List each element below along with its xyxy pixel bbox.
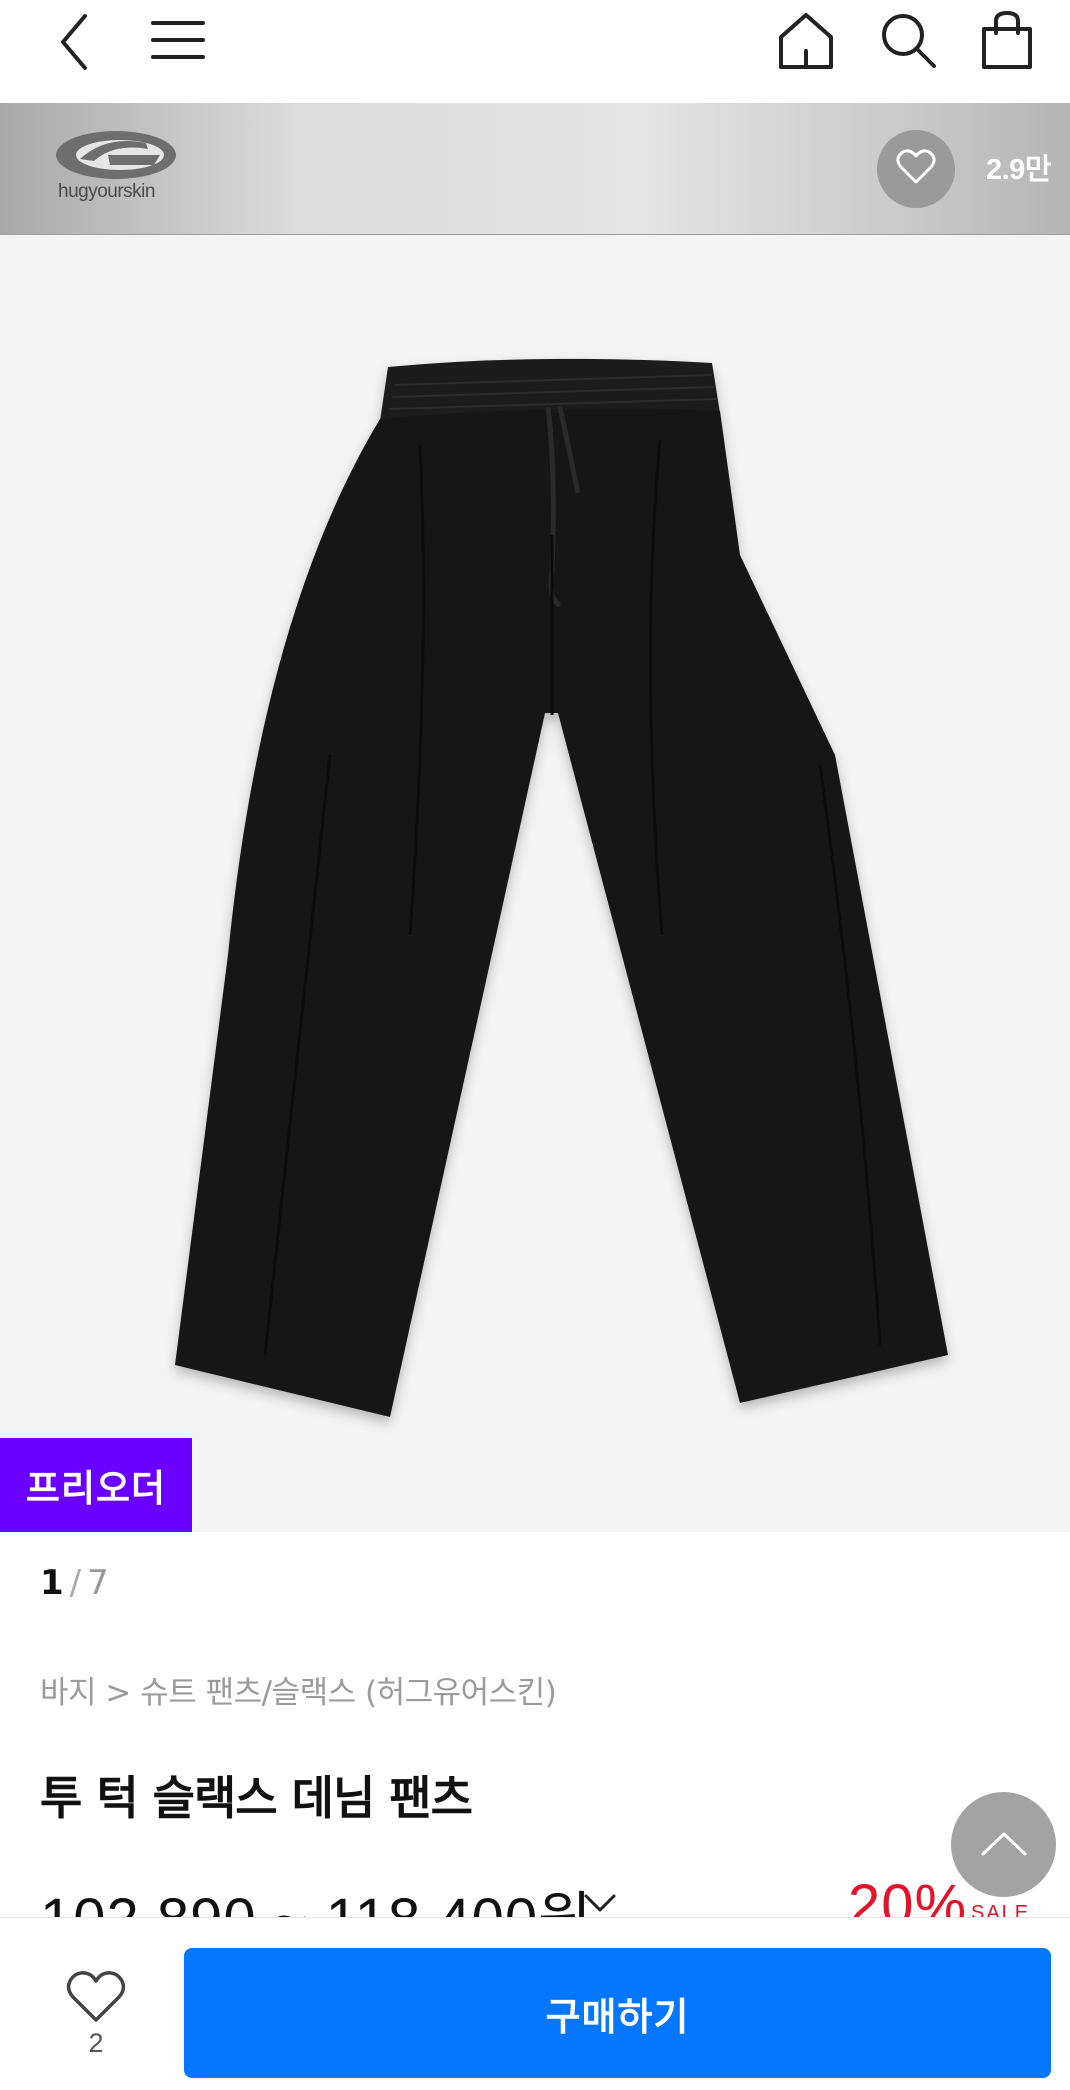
product-price: 102,890 ~ 118,400원 [40,1872,592,1917]
preorder-badge: 프리오더 [0,1438,192,1532]
product-title: 투 턱 슬랙스 데님 팬츠 [40,1771,473,1825]
pants-illustration [175,358,948,1417]
bottom-action-bar: 2 구매하기 [0,1917,1070,2090]
home-icon [775,9,837,71]
gallery-total: 7 [87,1563,109,1603]
wishlist-button[interactable]: 2 [50,1968,142,2058]
back-button[interactable] [40,0,110,80]
brand-bar: hugyourskin 2.9만 [0,103,1070,235]
gallery-separator: / [69,1563,82,1603]
buy-button[interactable]: 구매하기 [184,1948,1051,2078]
heart-icon [896,149,936,189]
price-row: 102,890 ~ 118,400원 20% SALE [40,1872,1070,1917]
brand-like-button[interactable] [877,130,955,208]
gallery-current: 1 [40,1563,64,1603]
brand-like-count: 2.9만 [986,154,1052,186]
home-button[interactable] [770,0,842,80]
brand-logo[interactable]: hugyourskin [50,125,182,211]
heart-outline-icon [66,1971,126,2022]
menu-icon [148,15,208,65]
search-button[interactable] [872,0,944,80]
brand-logo-text: hugyourskin [58,181,155,202]
search-icon [877,9,939,71]
chevron-up-icon [979,1828,1029,1862]
shopping-bag-button[interactable] [972,0,1042,80]
gallery-pager: 1/7 [40,1563,109,1603]
shopping-bag-icon [979,9,1035,71]
wishlist-count: 2 [88,2028,104,2058]
discount-rate: 20% [848,1873,968,1917]
product-image[interactable] [0,235,1070,1532]
category-breadcrumb[interactable]: 바지 > 슈트 팬츠/슬랙스 (허그유어스킨) [40,1667,557,1712]
scroll-to-top-button[interactable] [951,1792,1056,1897]
chevron-down-icon[interactable] [580,1890,620,1917]
back-icon [55,10,95,70]
menu-button[interactable] [140,0,215,80]
sale-label: SALE [971,1902,1031,1917]
top-navigation [0,0,1070,103]
